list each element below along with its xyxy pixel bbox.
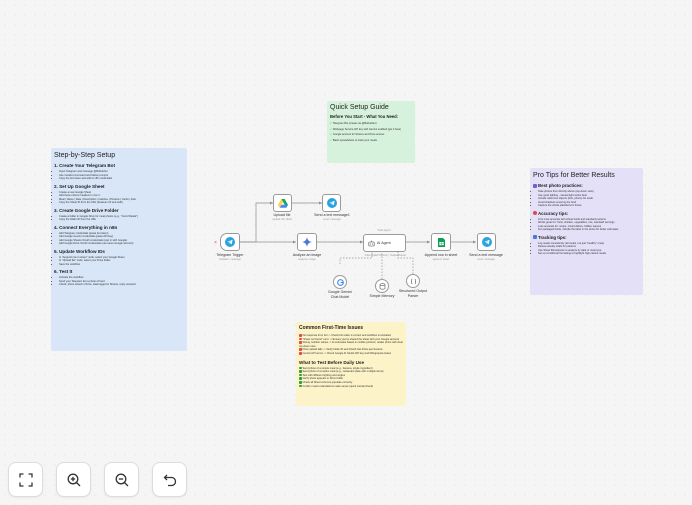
warning-icon: [299, 352, 302, 355]
ai-agent-label: AI Agent: [377, 241, 391, 245]
setup-guide-note[interactable]: Quick Setup Guide Before You Start - Wha…: [327, 101, 415, 163]
analyze-image-node[interactable]: [297, 233, 317, 251]
tips-heading: Best photo practices:: [533, 183, 640, 188]
memory-port: Memory: [379, 254, 389, 257]
test-title: What to Test Before Daily Use: [299, 359, 365, 365]
step-item: Save the workflow: [59, 263, 184, 267]
telegram-icon: [225, 237, 235, 247]
pro-tips-note[interactable]: Pro Tips for Better Results Best photo p…: [530, 168, 643, 295]
checkbox-icon: [299, 381, 302, 384]
step-item: Copy the bot token and add to n8n creden…: [59, 177, 184, 181]
test-item: Confirm macro calculations make sense (q…: [299, 385, 403, 389]
pro-tips-title: Pro Tips for Better Results: [533, 172, 615, 179]
send-text-message-label: Send a text message: [469, 253, 503, 257]
setup-guide-title: Quick Setup Guide: [330, 104, 389, 111]
telegram-trigger-label: Telegram Trigger: [216, 253, 244, 257]
gemini-icon: [302, 237, 312, 247]
undo-button[interactable]: [152, 462, 187, 497]
gemini-chat-model-node[interactable]: [333, 275, 347, 289]
database-icon: [379, 282, 385, 289]
warning-icon: [299, 348, 302, 351]
warning-icon: [299, 337, 302, 341]
telegram-icon: [481, 237, 492, 247]
tips-heading: Accuracy tips:: [533, 211, 640, 216]
google-sheets-icon: [437, 237, 445, 247]
warning-icon: [299, 341, 302, 344]
ai-agent-sub: Tools Agent: [377, 229, 391, 232]
setup-guide-subtitle: Before You Start - What You Need:: [330, 114, 399, 119]
checkbox-icon: [299, 384, 302, 388]
telegram-trigger-node[interactable]: [220, 233, 240, 251]
upload-file-label: Upload file: [273, 213, 291, 217]
send-text-message-1-label: Send a text message1: [314, 213, 350, 217]
step-heading: 2. Set Up Google Sheet: [54, 183, 105, 189]
tip-item: Capture the whole plate/bowl in frame: [538, 204, 640, 208]
zoom-in-icon: [67, 473, 80, 486]
simple-memory-node[interactable]: [375, 279, 389, 293]
telegram-icon: [326, 198, 337, 208]
svg-text:×: ×: [214, 240, 217, 246]
checkbox-icon: [299, 370, 302, 373]
ai-agent-node[interactable]: AI Agent: [363, 234, 406, 252]
tips-heading: Tracking tips:: [533, 235, 640, 240]
telegram-trigger-sub: Updates: message: [219, 258, 241, 261]
target-icon: [533, 211, 537, 216]
output-parser-port: Output Parser: [389, 254, 407, 257]
upload-file-node[interactable]: [273, 194, 292, 212]
setup-item: ✓ Google account for Sheets and Drive ac…: [330, 133, 385, 137]
structured-output-parser-node[interactable]: [406, 274, 420, 288]
step-item: Add Google Drive OAuth credentials (use …: [59, 242, 184, 246]
step-item: Check: photo saved in Drive, data logged…: [59, 283, 184, 287]
fit-view-button[interactable]: [8, 462, 43, 497]
append-row-label: Append row in sheet: [424, 253, 458, 257]
zoom-in-button[interactable]: [56, 462, 91, 497]
zoom-out-icon: [115, 473, 128, 486]
step-item: Copy the folder ID from the URL: [59, 218, 184, 222]
step-heading: 4. Connect Everything in n8n: [54, 224, 118, 230]
step-heading: 1. Create Your Telegram Bot: [54, 163, 116, 168]
chart-icon: [533, 235, 537, 240]
google-drive-icon: [277, 198, 288, 208]
undo-icon: [163, 474, 176, 486]
simple-memory-label: Simple Memory: [369, 294, 395, 298]
upload-file-sub: upload: file, fileId: [272, 218, 292, 221]
camera-icon: [533, 183, 537, 188]
gemini-chat-model-label: Google Gemini Chat Model: [328, 290, 352, 299]
warning-icon: [299, 334, 302, 337]
analyze-image-label: Analyze an image: [292, 253, 322, 257]
tip-item: Set up conditional formatting to highlig…: [538, 252, 640, 256]
setup-item: ✓ Telegram Bot (create via @BotFather): [330, 122, 377, 125]
chat-model-port: Chat Model*: [364, 254, 380, 257]
step-item: Copy the Sheet ID from the URL (between …: [59, 201, 184, 205]
step-by-step-title: Step-by-Step Setup: [54, 152, 116, 159]
google-icon: [336, 278, 344, 286]
checkbox-icon: [299, 373, 302, 377]
analyze-image-sub: analyze: image: [298, 258, 316, 261]
send-text-message-sub: send: message: [477, 258, 495, 261]
append-row-sub: append: sheet: [432, 258, 450, 261]
checkbox-icon: [299, 377, 302, 380]
fit-view-icon: [18, 472, 33, 487]
tip-item: For packaged foods, include the label in…: [538, 228, 640, 232]
append-row-node[interactable]: [431, 233, 451, 251]
checkbox-icon: [299, 366, 302, 370]
code-braces-icon: [410, 278, 416, 284]
send-text-message-1-sub: send: message: [323, 218, 341, 221]
structured-output-parser-label: Structured Output Parser: [398, 289, 428, 298]
setup-item: ✓ Webpage Service API key with Gemini en…: [330, 127, 402, 131]
send-text-message-node[interactable]: [477, 233, 496, 251]
common-issues-note[interactable]: Common First-Time Issues No response fro…: [296, 322, 406, 406]
zoom-out-button[interactable]: [104, 462, 139, 497]
setup-item: ✓ Basic spreadsheet to track your meals: [330, 138, 377, 142]
step-heading: 5. Update Workflow IDs: [54, 248, 105, 254]
send-text-message-1-node[interactable]: [322, 194, 341, 212]
step-heading: 3. Create Google Drive Folder: [54, 207, 119, 213]
issue-item: Gemini API errors -> Check Google AI Stu…: [299, 352, 403, 356]
common-issues-title: Common First-Time Issues: [299, 325, 364, 331]
step-by-step-note[interactable]: Step-by-Step Setup 1. Create Your Telegr…: [51, 148, 187, 351]
robot-icon: [368, 240, 375, 246]
step-heading: 6. Test It: [54, 269, 73, 274]
